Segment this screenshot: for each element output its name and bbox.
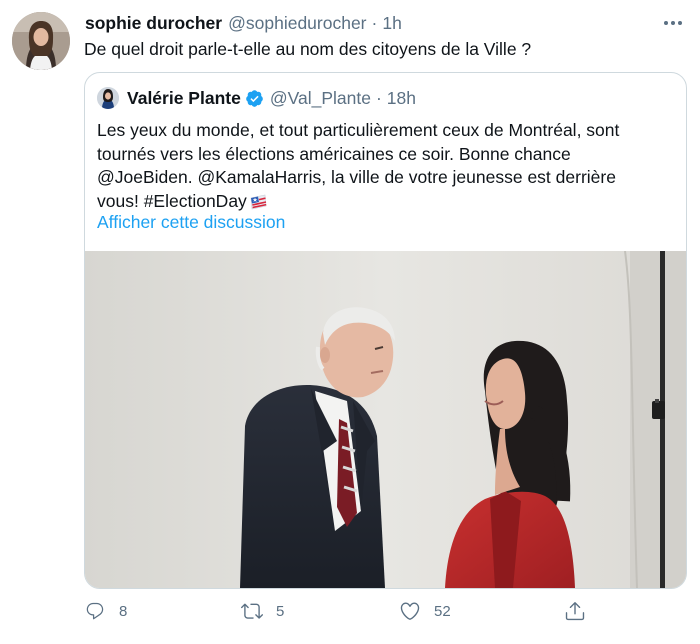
action-bar: 8 5 52 bbox=[84, 596, 604, 626]
like-count: 52 bbox=[434, 602, 451, 620]
heart-icon bbox=[400, 602, 420, 620]
quoted-tweet-photo[interactable] bbox=[85, 251, 686, 588]
retweet-icon bbox=[241, 603, 263, 619]
reply-icon bbox=[86, 602, 104, 620]
tweet-text: De quel droit parle-t-elle au nom des ci… bbox=[84, 39, 532, 59]
quoted-text-line: tournés vers les élections américaines c… bbox=[97, 143, 571, 164]
reply-button[interactable]: 8 bbox=[84, 596, 127, 626]
quoted-text-line: vous! #ElectionDay bbox=[97, 190, 247, 211]
quoted-author-handle[interactable]: @Val_Plante bbox=[270, 88, 371, 109]
quoted-tweet-text: Les yeux du monde, et tout particulièrem… bbox=[97, 119, 619, 213]
separator-dot: · bbox=[375, 87, 382, 108]
like-button[interactable]: 52 bbox=[399, 596, 451, 626]
show-thread-link[interactable]: Afficher cette discussion bbox=[97, 212, 285, 233]
reply-count: 8 bbox=[119, 602, 128, 620]
quoted-author-avatar[interactable] bbox=[97, 87, 119, 109]
quoted-text-line: @JoeBiden. @KamalaHarris, la ville de vo… bbox=[97, 167, 616, 187]
quoted-tweet-timestamp[interactable]: 18h bbox=[387, 88, 416, 109]
author-name[interactable]: sophie durocher bbox=[85, 13, 222, 34]
ballot-box-emoji-icon bbox=[250, 194, 267, 209]
quoted-text-line: Les yeux du monde, et tout particulièrem… bbox=[97, 120, 620, 140]
quoted-text-line-last: vous! #ElectionDay bbox=[97, 190, 619, 214]
quoted-tweet-header: Valérie Plante @Val_Plante · 18h bbox=[97, 86, 416, 110]
share-icon bbox=[565, 602, 585, 621]
author-handle[interactable]: @sophiedurocher bbox=[228, 13, 366, 34]
ellipsis-icon bbox=[664, 21, 682, 25]
tweet-timestamp[interactable]: 1h bbox=[382, 13, 401, 34]
more-options-button[interactable] bbox=[660, 12, 686, 34]
tweet[interactable]: sophie durocher @sophiedurocher · 1h De … bbox=[0, 0, 700, 644]
share-button[interactable] bbox=[564, 596, 586, 626]
retweet-button[interactable]: 5 bbox=[241, 596, 284, 626]
retweet-count: 5 bbox=[276, 602, 285, 620]
verified-badge-icon bbox=[246, 89, 263, 107]
author-avatar[interactable] bbox=[12, 12, 70, 70]
tweet-header: sophie durocher @sophiedurocher · 1h bbox=[85, 12, 402, 34]
quoted-tweet[interactable]: Valérie Plante @Val_Plante · 18h Les yeu… bbox=[84, 72, 687, 589]
quoted-author-name[interactable]: Valérie Plante bbox=[127, 88, 241, 109]
separator-dot: · bbox=[371, 12, 378, 33]
